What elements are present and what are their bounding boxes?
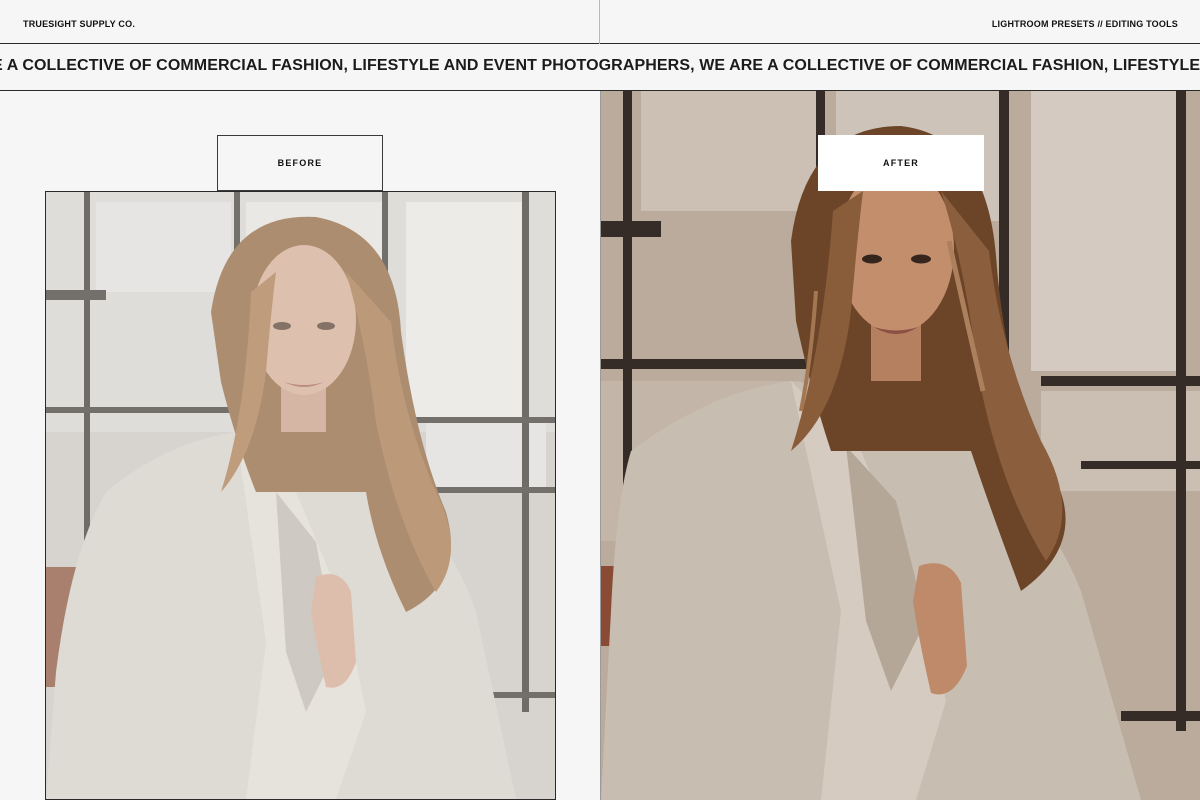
- after-panel: AFTER: [600, 91, 1200, 800]
- before-panel: BEFORE: [0, 91, 600, 800]
- marquee-text: E A COLLECTIVE OF COMMERCIAL FASHION, LI…: [0, 57, 1200, 74]
- before-label: BEFORE: [217, 135, 383, 191]
- after-photo: [601, 91, 1200, 800]
- brand-name[interactable]: TRUESIGHT SUPPLY CO.: [23, 19, 135, 29]
- after-label: AFTER: [818, 135, 984, 191]
- header-tagline: LIGHTROOM PRESETS // EDITING TOOLS: [991, 19, 1178, 29]
- header-divider: [599, 0, 600, 44]
- top-bar: TRUESIGHT SUPPLY CO. LIGHTROOM PRESETS /…: [0, 0, 1200, 44]
- marquee-banner: E A COLLECTIVE OF COMMERCIAL FASHION, LI…: [0, 44, 1200, 91]
- before-photo: [45, 191, 556, 800]
